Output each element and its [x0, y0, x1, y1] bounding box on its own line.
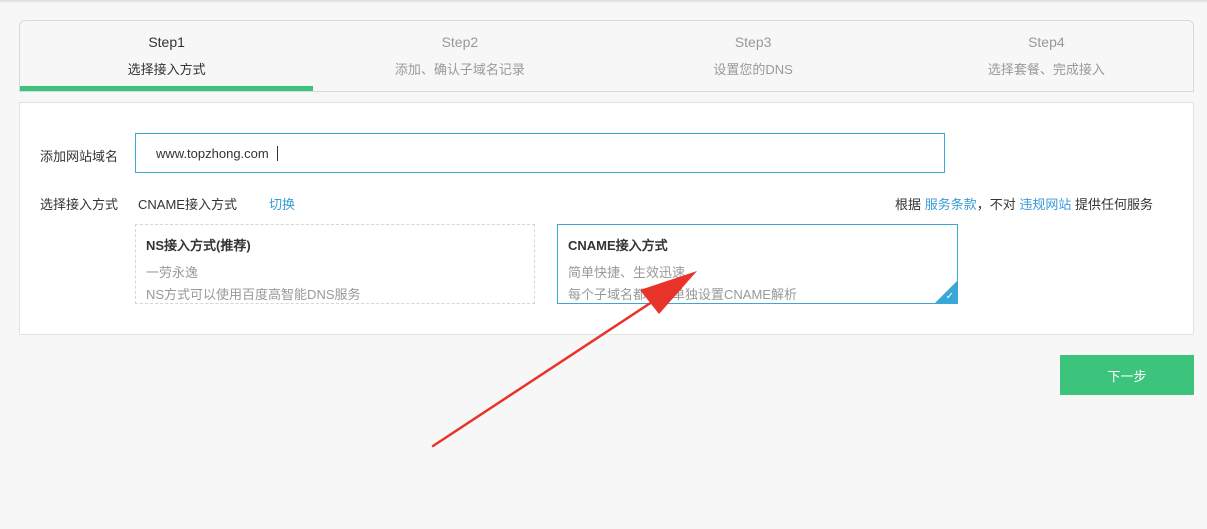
step-label: 选择套餐、完成接入 [987, 62, 1105, 77]
cname-method-card[interactable]: CNAME接入方式 简单快捷、生效迅速 每个子域名都需要单独设置CNAME解析 … [557, 224, 958, 304]
step-label: 添加、确认子域名记录 [394, 62, 525, 77]
card-description: NS方式可以使用百度高智能DNS服务 [146, 287, 361, 302]
step-4[interactable]: Step4 选择套餐、完成接入 [900, 21, 1193, 91]
terms-prefix: 根据 [895, 197, 922, 212]
step-3[interactable]: Step3 设置您的DNS [607, 21, 900, 91]
step-number: Step4 [1028, 34, 1065, 50]
violation-sites-link[interactable]: 违规网站 [1019, 197, 1071, 212]
step-label: 选择接入方式 [127, 62, 206, 77]
step-2[interactable]: Step2 添加、确认子域名记录 [313, 21, 606, 91]
access-form-panel: 添加网站域名 选择接入方式 CNAME接入方式 切换 根据 服务条款，不对 违规… [19, 102, 1194, 335]
service-terms-link[interactable]: 服务条款 [925, 197, 977, 212]
domain-input[interactable] [135, 133, 945, 173]
switch-method-link[interactable]: 切换 [269, 194, 295, 213]
text-cursor [277, 146, 278, 161]
step-number: Step2 [441, 34, 479, 50]
card-title: NS接入方式(推荐) [146, 238, 251, 253]
ns-method-card[interactable]: NS接入方式(推荐) 一劳永逸 NS方式可以使用百度高智能DNS服务 [135, 224, 535, 304]
current-method: CNAME接入方式 [138, 197, 237, 212]
step-indicator: Step1 选择接入方式 Step2 添加、确认子域名记录 Step3 设置您的… [19, 20, 1194, 92]
step-1[interactable]: Step1 选择接入方式 [20, 21, 314, 91]
terms-notice: 根据 服务条款，不对 违规网站 提供任何服务 [895, 194, 1153, 213]
step-label: 设置您的DNS [713, 62, 793, 77]
domain-label: 添加网站域名 [40, 149, 119, 164]
card-description: 每个子域名都需要单独设置CNAME解析 [568, 287, 797, 302]
top-shadow [0, 0, 1207, 3]
terms-suffix: 提供任何服务 [1074, 197, 1153, 212]
step-number: Step1 [148, 34, 185, 50]
step-number: Step3 [734, 34, 772, 50]
checkmark-icon: ✓ [945, 291, 954, 302]
card-subtitle: 一劳永逸 [146, 265, 199, 280]
card-subtitle: 简单快捷、生效迅速 [568, 265, 686, 280]
terms-middle: ，不对 [976, 197, 1016, 212]
next-step-button[interactable]: 下一步 [1060, 355, 1194, 395]
card-title: CNAME接入方式 [568, 238, 668, 253]
method-label: 选择接入方式 [40, 197, 119, 212]
